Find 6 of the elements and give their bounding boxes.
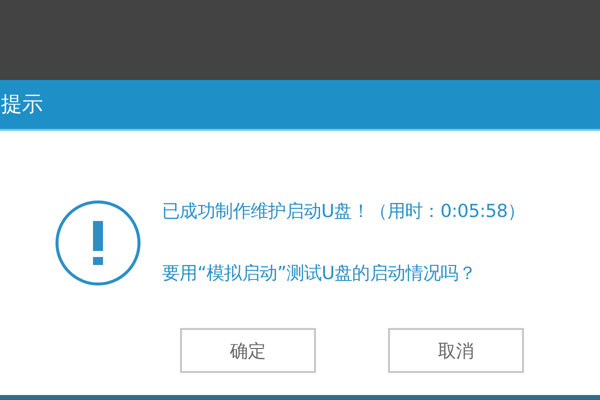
confirm-button[interactable]: 确定 [180, 328, 316, 373]
message-text: 要用“模拟启动”测试U盘的启动情况吗？ [162, 262, 478, 286]
cancel-button[interactable]: 取消 [388, 328, 524, 373]
dialog-title: 提示 [1, 94, 43, 115]
warning-icon [55, 200, 141, 286]
message-text: 已成功制作维护启动U盘！（用时：0:05:58） [162, 200, 526, 224]
